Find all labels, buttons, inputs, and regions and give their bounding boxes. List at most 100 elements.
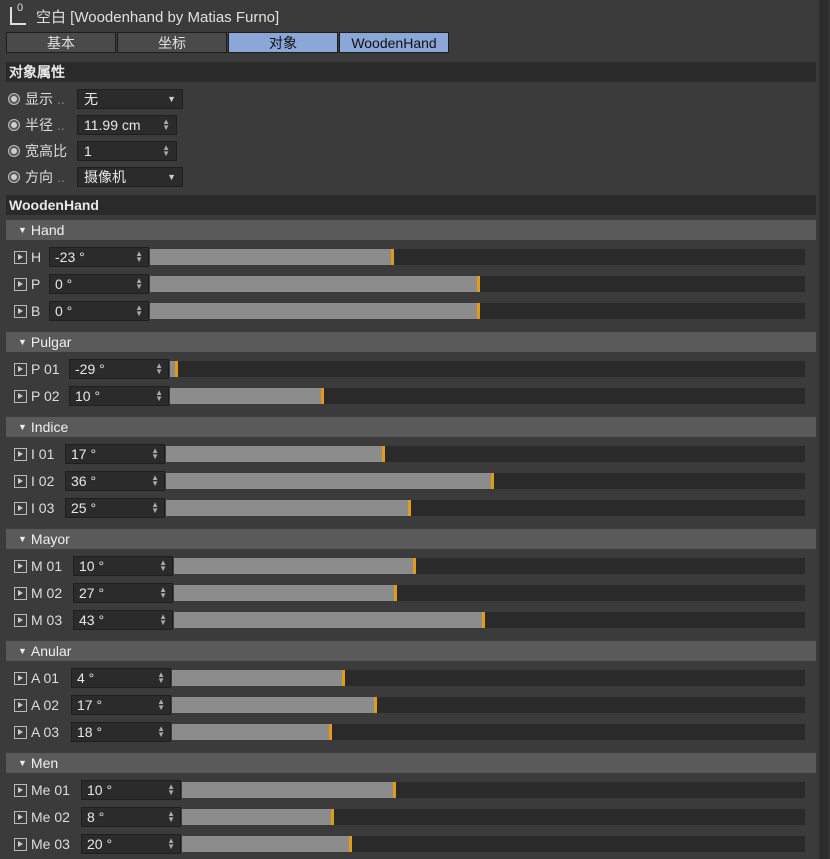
tab-coord[interactable]: 坐标 (117, 32, 227, 53)
angle-input[interactable]: 17 ° ▲ ▼ (65, 444, 165, 464)
spinner-icon[interactable]: ▲ ▼ (157, 725, 165, 739)
slider-handle[interactable] (491, 473, 494, 489)
slider-track[interactable] (182, 836, 805, 852)
scrollbar[interactable] (818, 0, 830, 859)
chevron-down-icon[interactable]: ▼ (167, 94, 176, 104)
keyframe-icon[interactable] (14, 389, 27, 403)
angle-input[interactable]: 27 ° ▲ ▼ (73, 583, 173, 603)
radio-icon[interactable] (8, 119, 20, 131)
keyframe-icon[interactable] (14, 501, 27, 515)
angle-input[interactable]: -29 ° ▲ ▼ (69, 359, 169, 379)
slider-handle[interactable] (175, 361, 178, 377)
spinner-icon[interactable]: ▲ ▼ (151, 447, 159, 461)
angle-input[interactable]: 20 ° ▲ ▼ (81, 834, 181, 854)
slider-handle[interactable] (477, 276, 480, 292)
slider-handle[interactable] (482, 612, 485, 628)
group-header-anular[interactable]: ▼ Anular (6, 641, 816, 661)
spinner-icon[interactable]: ▲ ▼ (155, 389, 163, 403)
slider-handle[interactable] (331, 809, 334, 825)
spinner-icon[interactable]: ▲ ▼ (159, 559, 167, 573)
radio-icon[interactable] (8, 171, 20, 183)
spinner-icon[interactable]: ▲ ▼ (135, 304, 143, 318)
slider-track[interactable] (182, 782, 805, 798)
slider-handle[interactable] (349, 836, 352, 852)
keyframe-icon[interactable] (14, 559, 27, 573)
keyframe-icon[interactable] (14, 304, 27, 318)
slider-track[interactable] (174, 558, 805, 574)
keyframe-icon[interactable] (14, 698, 27, 712)
spinner-icon[interactable]: ▲ ▼ (167, 837, 175, 851)
angle-input[interactable]: 0 ° ▲ ▼ (49, 274, 149, 294)
slider-handle[interactable] (408, 500, 411, 516)
keyframe-icon[interactable] (14, 671, 27, 685)
keyframe-icon[interactable] (14, 474, 27, 488)
chevron-down-icon[interactable]: ▼ (167, 172, 176, 182)
angle-input[interactable]: 25 ° ▲ ▼ (65, 498, 165, 518)
keyframe-icon[interactable] (14, 277, 27, 291)
angle-input[interactable]: 43 ° ▲ ▼ (73, 610, 173, 630)
group-header-mayor[interactable]: ▼ Mayor (6, 529, 816, 549)
collapse-triangle-icon[interactable]: ▼ (18, 758, 27, 768)
slider-handle[interactable] (393, 782, 396, 798)
group-header-hand[interactable]: ▼ Hand (6, 220, 816, 240)
slider-handle[interactable] (394, 585, 397, 601)
angle-input[interactable]: -23 ° ▲ ▼ (49, 247, 149, 267)
slider-handle[interactable] (374, 697, 377, 713)
angle-input[interactable]: 0 ° ▲ ▼ (49, 301, 149, 321)
angle-input[interactable]: 10 ° ▲ ▼ (69, 386, 169, 406)
slider-handle[interactable] (321, 388, 324, 404)
collapse-triangle-icon[interactable]: ▼ (18, 646, 27, 656)
slider-track[interactable] (166, 473, 805, 489)
group-header-indice[interactable]: ▼ Indice (6, 417, 816, 437)
keyframe-icon[interactable] (14, 783, 27, 797)
spinner-icon[interactable]: ▲ ▼ (135, 277, 143, 291)
collapse-triangle-icon[interactable]: ▼ (18, 337, 27, 347)
spinner-icon[interactable]: ▲ ▼ (167, 783, 175, 797)
slider-track[interactable] (174, 612, 805, 628)
spinner-icon[interactable]: ▲ ▼ (135, 250, 143, 264)
prop-dropdown[interactable]: 无 ▼ (77, 89, 183, 109)
slider-track[interactable] (150, 276, 805, 292)
keyframe-icon[interactable] (14, 837, 27, 851)
slider-handle[interactable] (329, 724, 332, 740)
radio-icon[interactable] (8, 145, 20, 157)
collapse-triangle-icon[interactable]: ▼ (18, 225, 27, 235)
slider-handle[interactable] (413, 558, 416, 574)
tab-basic[interactable]: 基本 (6, 32, 116, 53)
slider-track[interactable] (170, 361, 805, 377)
angle-input[interactable]: 4 ° ▲ ▼ (71, 668, 171, 688)
keyframe-icon[interactable] (14, 362, 27, 376)
prop-number-field[interactable]: 1 ▲ ▼ (77, 141, 177, 161)
slider-track[interactable] (150, 303, 805, 319)
group-header-men[interactable]: ▼ Men (6, 753, 816, 773)
spinner-icon[interactable]: ▲ ▼ (159, 613, 167, 627)
slider-track[interactable] (172, 670, 805, 686)
slider-track[interactable] (172, 724, 805, 740)
spinner-icon[interactable]: ▲ ▼ (159, 586, 167, 600)
keyframe-icon[interactable] (14, 810, 27, 824)
spinner-icon[interactable]: ▲ ▼ (151, 474, 159, 488)
spinner-icon[interactable]: ▲ ▼ (157, 671, 165, 685)
keyframe-icon[interactable] (14, 725, 27, 739)
angle-input[interactable]: 10 ° ▲ ▼ (81, 780, 181, 800)
angle-input[interactable]: 10 ° ▲ ▼ (73, 556, 173, 576)
slider-handle[interactable] (342, 670, 345, 686)
tab-object[interactable]: 对象 (228, 32, 338, 53)
keyframe-icon[interactable] (14, 586, 27, 600)
collapse-triangle-icon[interactable]: ▼ (18, 534, 27, 544)
keyframe-icon[interactable] (14, 250, 27, 264)
prop-number-field[interactable]: 11.99 cm ▲ ▼ (77, 115, 177, 135)
angle-input[interactable]: 8 ° ▲ ▼ (81, 807, 181, 827)
angle-input[interactable]: 17 ° ▲ ▼ (71, 695, 171, 715)
keyframe-icon[interactable] (14, 447, 27, 461)
prop-dropdown[interactable]: 摄像机 ▼ (77, 167, 183, 187)
radio-icon[interactable] (8, 93, 20, 105)
collapse-triangle-icon[interactable]: ▼ (18, 422, 27, 432)
slider-track[interactable] (150, 249, 805, 265)
slider-handle[interactable] (477, 303, 480, 319)
spinner-icon[interactable]: ▲ ▼ (167, 810, 175, 824)
spinner-icon[interactable]: ▲ ▼ (162, 118, 170, 132)
slider-track[interactable] (182, 809, 805, 825)
scroll-track[interactable] (820, 0, 828, 859)
slider-track[interactable] (170, 388, 805, 404)
